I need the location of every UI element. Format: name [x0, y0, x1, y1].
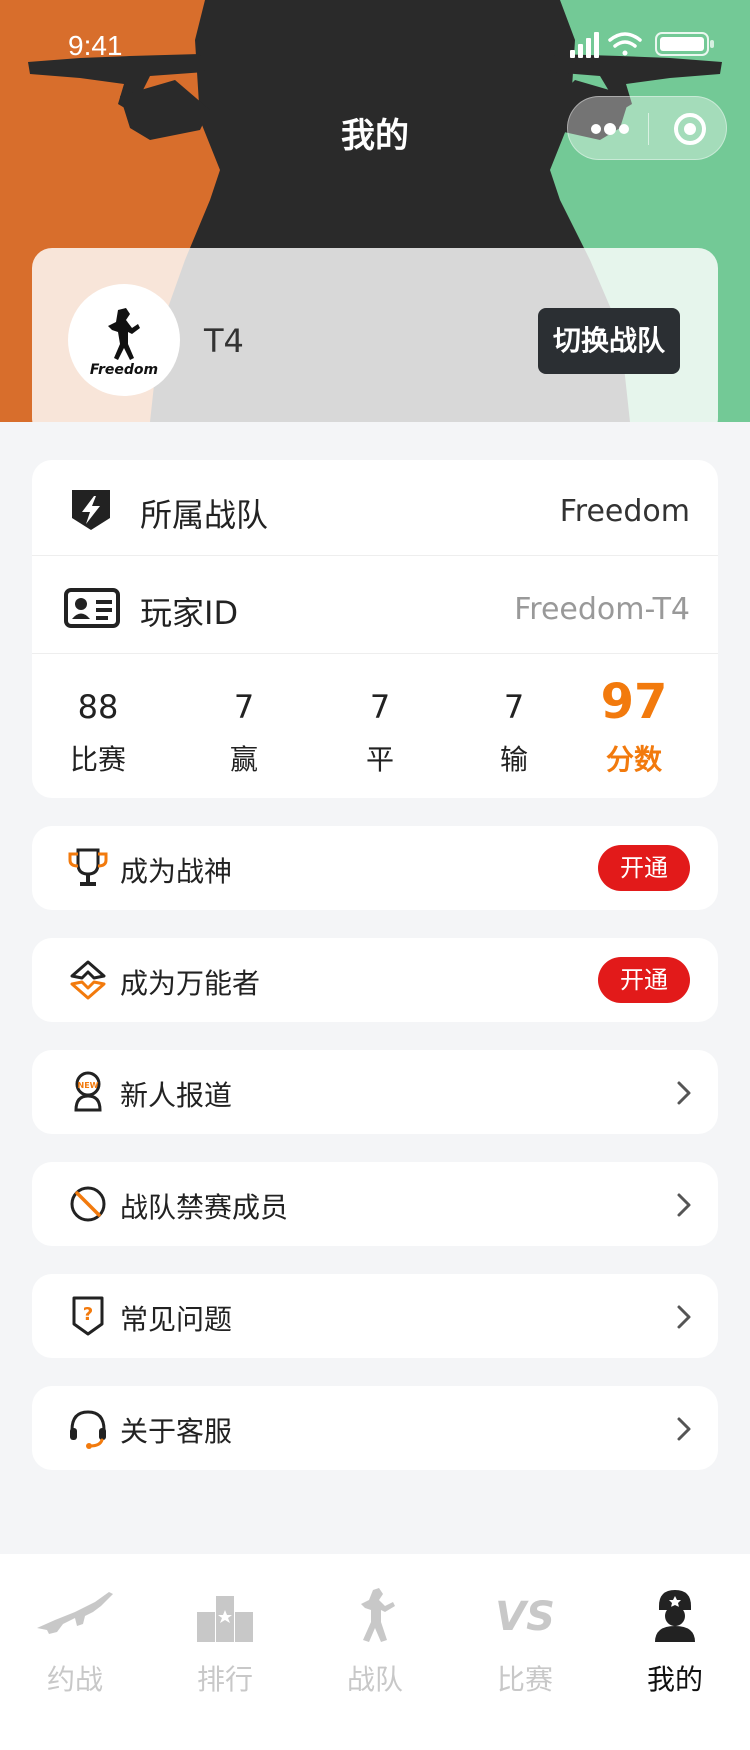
stat-matches-value: 88 — [77, 688, 119, 726]
vs-icon: VS — [495, 1594, 555, 1640]
stat-score: 97 分数 — [574, 658, 694, 798]
diamond-icon — [70, 960, 106, 1000]
team-logo-icon: Freedom — [90, 308, 158, 378]
status-icons — [570, 32, 714, 58]
svg-text:NEW: NEW — [78, 1081, 99, 1090]
tab-mine[interactable]: 我的 — [600, 1554, 750, 1750]
close-target-icon[interactable] — [672, 111, 708, 147]
avatar-logo-text: Freedom — [90, 362, 158, 378]
tab-match[interactable]: VS 比赛 — [450, 1554, 600, 1750]
question-icon: ? — [72, 1296, 104, 1336]
tab-label: 比赛 — [496, 1663, 553, 1696]
more-icon[interactable] — [590, 115, 630, 143]
menu-label: 关于客服 — [120, 1415, 233, 1448]
menu-item-faq[interactable]: ? 常见问题 — [32, 1274, 718, 1358]
avatar[interactable]: Freedom — [68, 284, 180, 396]
stat-wins: 7 赢 — [184, 658, 304, 798]
stat-draws: 7 平 — [320, 658, 440, 798]
ban-icon — [70, 1186, 106, 1222]
tab-label: 战队 — [346, 1663, 403, 1696]
soldier-icon — [361, 1588, 395, 1642]
menu-item-become-war-god[interactable]: 成为战神 开通 — [32, 826, 718, 910]
stat-score-label: 分数 — [605, 743, 662, 776]
menu-label: 成为战神 — [120, 855, 233, 888]
id-card-icon — [64, 588, 120, 628]
signal-icon — [570, 32, 599, 58]
tab-team[interactable]: 战队 — [300, 1554, 450, 1750]
tab-label: 我的 — [646, 1663, 703, 1696]
player-id-label: 玩家ID — [140, 594, 239, 632]
menu-item-become-all-rounder[interactable]: 成为万能者 开通 — [32, 938, 718, 1022]
battery-icon — [655, 32, 714, 56]
tab-label: 约战 — [46, 1663, 103, 1696]
new-user-icon: NEW — [74, 1071, 102, 1112]
team-label: 所属战队 — [140, 496, 269, 534]
capsule-divider — [648, 113, 649, 145]
status-time: 9:41 — [68, 30, 123, 61]
bottom-tab-bar: 约战 排行 战队 VS 比赛 我的 — [0, 1554, 750, 1750]
menu-item-customer-service[interactable]: 关于客服 — [32, 1386, 718, 1470]
stat-matches: 88 比赛 — [38, 658, 158, 798]
menu-label: 成为万能者 — [120, 967, 261, 1000]
activate-button[interactable]: 开通 — [598, 845, 690, 891]
menu-item-newcomer-check-in[interactable]: NEW 新人报道 — [32, 1050, 718, 1134]
podium-icon — [197, 1596, 253, 1642]
menu-label: 常见问题 — [120, 1303, 233, 1336]
team-shield-icon — [72, 490, 110, 530]
stat-losses-label: 输 — [499, 743, 528, 776]
tab-battle[interactable]: 约战 — [0, 1554, 150, 1750]
switch-team-button[interactable]: 切换战队 — [538, 308, 680, 374]
stat-score-value: 97 — [600, 674, 668, 730]
player-id-row[interactable]: 玩家ID Freedom-T4 — [32, 558, 718, 654]
stat-wins-value: 7 — [233, 688, 255, 726]
stat-losses-value: 7 — [503, 688, 525, 726]
stat-wins-label: 赢 — [229, 743, 258, 776]
menu-item-banned-members[interactable]: 战队禁赛成员 — [32, 1162, 718, 1246]
rifle-icon — [37, 1592, 113, 1634]
stat-matches-label: 比赛 — [69, 743, 126, 776]
chevron-right-icon — [677, 1193, 691, 1217]
chevron-right-icon — [677, 1305, 691, 1329]
headset-icon — [70, 1410, 106, 1449]
hero-banner: 9:41 我的 Freedom T4 切换战队 — [0, 0, 750, 422]
profile-soldier-icon — [655, 1590, 695, 1642]
stats-row: 88 比赛 7 赢 7 平 7 输 97 分数 — [32, 658, 718, 798]
trophy-icon — [68, 848, 108, 886]
svg-text:?: ? — [83, 1304, 93, 1325]
tab-label: 排行 — [196, 1663, 253, 1696]
activate-button[interactable]: 开通 — [598, 957, 690, 1003]
svg-text:VS: VS — [495, 1594, 555, 1640]
wifi-icon — [608, 32, 642, 56]
chevron-right-icon — [677, 1081, 691, 1105]
player-id-value: Freedom-T4 — [514, 592, 690, 627]
chevron-right-icon — [677, 1417, 691, 1441]
player-name: T4 — [204, 322, 244, 360]
team-value: Freedom — [559, 494, 690, 529]
menu-label: 战队禁赛成员 — [120, 1191, 289, 1224]
team-row[interactable]: 所属战队 Freedom — [32, 460, 718, 556]
profile-card: Freedom T4 切换战队 — [32, 248, 718, 422]
team-info-card: 所属战队 Freedom 玩家ID Freedom-T4 88 比赛 7 赢 7… — [32, 460, 718, 798]
stat-draws-label: 平 — [365, 743, 394, 776]
tab-ranking[interactable]: 排行 — [150, 1554, 300, 1750]
stat-losses: 7 输 — [454, 658, 574, 798]
stat-draws-value: 7 — [369, 688, 391, 726]
status-bar: 9:41 — [0, 0, 750, 96]
menu-label: 新人报道 — [120, 1079, 233, 1112]
mini-program-capsule — [567, 96, 727, 160]
